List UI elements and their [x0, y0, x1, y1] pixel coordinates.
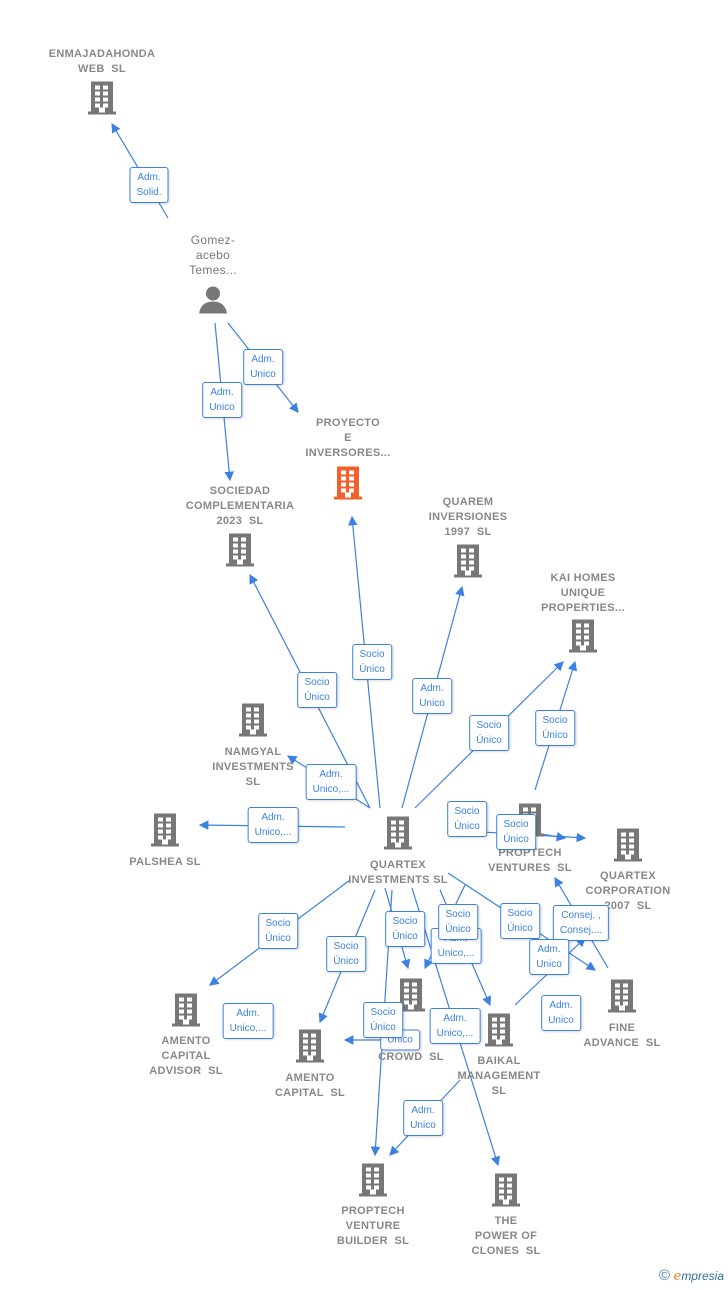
building-icon[interactable]: [238, 702, 268, 743]
building-icon[interactable]: [171, 992, 201, 1033]
relation-label: Socio Único: [326, 936, 366, 972]
node-label[interactable]: NAMGYAL INVESTMENTS SL: [212, 745, 294, 790]
relation-label: Adm. Unico: [202, 382, 242, 418]
node-label[interactable]: ENMAJADAHONDA WEB SL: [49, 47, 156, 77]
building-icon[interactable]: [613, 827, 643, 868]
node-label[interactable]: AMENTO CAPITAL ADVISOR SL: [149, 1034, 223, 1079]
relation-label: Adm. Unico: [529, 939, 569, 975]
building-icon[interactable]: [150, 812, 180, 853]
node-label[interactable]: PROPTECH VENTURES SL: [488, 846, 572, 876]
person-icon[interactable]: [198, 285, 228, 320]
node-label[interactable]: KAI HOMES UNIQUE PROPERTIES...: [541, 571, 625, 616]
relation-label: Adm. Unico,...: [429, 1008, 481, 1044]
building-icon[interactable]: [491, 1172, 521, 1213]
relation-label: Adm. Unico,...: [222, 1003, 274, 1039]
relation-label: Adm. Unico,...: [305, 764, 357, 800]
node-label[interactable]: BAIKAL MANAGEMENT SL: [457, 1054, 540, 1099]
node-label[interactable]: THE POWER OF CLONES SL: [471, 1214, 540, 1259]
building-icon[interactable]: [295, 1028, 325, 1069]
building-icon[interactable]: [484, 1012, 514, 1053]
building-icon[interactable]: [358, 1162, 388, 1203]
relation-label: Socio Único: [352, 644, 392, 680]
node-label[interactable]: FINE ADVANCE SL: [583, 1021, 660, 1051]
relation-label: Socio Único: [385, 911, 425, 947]
node-label[interactable]: PALSHEA SL: [129, 855, 200, 870]
relation-label: Adm. Unico,...: [247, 807, 299, 843]
relation-label: Socio Único: [500, 903, 540, 939]
node-label[interactable]: PROYECTO E INVERSORES...: [305, 416, 390, 461]
relation-label: Adm. Unico: [541, 995, 581, 1031]
node-label[interactable]: AMENTO CAPITAL SL: [275, 1071, 345, 1101]
relation-label: Socio Único: [297, 672, 337, 708]
relation-label: Socio Único: [447, 801, 487, 837]
building-icon[interactable]: [333, 465, 363, 506]
relation-label: Consej. , Consej....: [552, 905, 610, 941]
building-icon[interactable]: [87, 80, 117, 121]
building-icon[interactable]: [568, 618, 598, 659]
node-label[interactable]: SOCIEDAD COMPLEMENTARIA 2023 SL: [186, 484, 295, 529]
building-icon[interactable]: [383, 815, 413, 856]
relation-label: Socio Único: [469, 715, 509, 751]
node-label[interactable]: QUARTEX INVESTMENTS SL: [348, 858, 448, 888]
relation-label: Adm. Unico: [412, 678, 452, 714]
node-label[interactable]: CROWD SL: [378, 1050, 444, 1065]
building-icon[interactable]: [225, 532, 255, 573]
node-label[interactable]: QUAREM INVERSIONES 1997 SL: [429, 495, 508, 540]
relation-label: Socio Único: [496, 814, 536, 850]
relation-label: Socio Único: [438, 904, 478, 940]
relation-label: Socio Único: [535, 710, 575, 746]
relation-label: Socio Único: [258, 913, 298, 949]
node-label[interactable]: Gomez- acebo Temes...: [189, 233, 237, 278]
relation-label: Socio Único: [363, 1002, 403, 1038]
building-icon[interactable]: [453, 543, 483, 584]
relation-label: Adm. Unico: [403, 1100, 443, 1136]
relation-label: Adm. Unico: [243, 349, 283, 385]
empresia-logo: © empresia: [658, 1267, 724, 1284]
copyright-icon: ©: [658, 1267, 670, 1284]
node-label[interactable]: PROPTECH VENTURE BUILDER SL: [337, 1204, 409, 1249]
building-icon[interactable]: [607, 978, 637, 1019]
relation-label: Adm. Solid.: [129, 167, 169, 203]
